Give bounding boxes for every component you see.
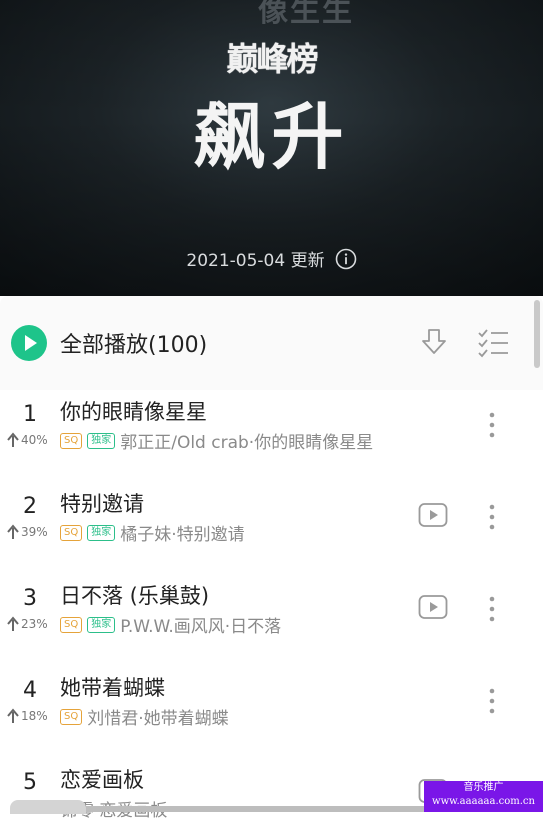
trend-indicator: 39% [6,524,48,540]
trend-percent: 18% [21,709,48,723]
exclusive-badge: 独家 [87,432,116,449]
trend-percent: 40% [21,433,48,447]
watermark-line-2: www.aaaaaa.com.cn [432,796,535,807]
song-row[interactable]: 4 18% 她带着蝴蝶 SQ 刘惜君·她带着蝴蝶 [0,650,543,742]
play-all-label: 全部播放(100) [60,333,208,358]
arrow-up-icon [7,708,19,723]
play-all-button[interactable]: 全部播放(100) [10,324,207,362]
song-title: 特别邀请 [60,492,144,516]
song-rank: 2 [23,494,37,519]
song-meta: SQ 独家 郭正正/Old crab·你的眼睛像星星 [60,428,373,453]
multi-select-icon[interactable] [476,326,510,358]
song-artist-album: 橘子妹·特别邀请 [120,525,245,545]
song-title: 你的眼睛像星星 [60,400,207,424]
song-meta: SQ 独家 橘子妹·特别邀请 [60,520,245,545]
song-rank: 1 [23,402,37,427]
trend-percent: 39% [21,525,48,539]
sq-badge: SQ [60,432,83,449]
song-artist-album: 郭正正/Old crab·你的眼睛像星星 [120,433,374,453]
song-rank: 5 [23,770,37,795]
page-title: 飙升 [193,95,350,179]
song-row[interactable]: 3 23% 日不落 (乐巢鼓) SQ 独家 P.W.W.画风风·日不落 [0,558,543,650]
sq-badge: SQ [60,524,83,541]
arrow-up-icon [7,616,19,631]
song-artist-album: 刘惜君·她带着蝴蝶 [87,709,229,729]
brand-logo: 巅峰榜 [226,40,318,78]
song-title: 她带着蝴蝶 [60,676,165,700]
trend-indicator: 23% [6,616,48,632]
arrow-up-icon [7,432,19,447]
mv-play-icon[interactable] [418,502,448,528]
chart-header: 像生生 巅峰榜 飙升 2021-05-04 更新 [0,0,543,296]
song-title: 日不落 (乐巢鼓) [60,584,210,608]
song-artist-album: P.W.W.画风风·日不落 [120,617,282,637]
song-rank: 3 [23,586,37,611]
exclusive-badge: 独家 [87,616,116,633]
download-icon[interactable] [418,326,450,358]
watermark-line-1: 音乐推广 [463,782,504,793]
arrow-up-icon [7,524,19,539]
more-vertical-icon[interactable] [486,502,498,532]
mv-play-icon[interactable] [418,594,448,620]
update-date: 2021-05-04 更新 [186,251,325,271]
sq-badge: SQ [60,616,83,633]
sq-badge: SQ [60,708,83,725]
trend-indicator: 40% [6,432,48,448]
song-title: 恋爱画板 [60,768,144,792]
scrollbar[interactable] [534,300,540,368]
background-text: 像生生 [258,0,354,29]
song-meta: SQ 刘惜君·她带着蝴蝶 [60,704,229,729]
more-vertical-icon[interactable] [486,410,498,440]
mini-player-bar[interactable] [86,806,426,812]
play-circle-icon [10,324,48,362]
trend-percent: 23% [21,617,48,631]
song-row[interactable]: 2 39% 特别邀请 SQ 独家 橘子妹·特别邀请 [0,466,543,558]
more-vertical-icon[interactable] [486,686,498,716]
trend-indicator: 18% [6,708,48,724]
update-info: 2021-05-04 更新 [0,246,543,271]
song-rank: 4 [23,678,37,703]
song-row[interactable]: 1 40% 你的眼睛像星星 SQ 独家 郭正正/Old crab·你的眼睛像星星 [0,374,543,466]
more-vertical-icon[interactable] [486,594,498,624]
exclusive-badge: 独家 [87,524,116,541]
info-icon[interactable] [335,248,357,270]
song-meta: SQ 独家 P.W.W.画风风·日不落 [60,612,281,637]
watermark: 音乐推广 www.aaaaaa.com.cn [424,781,543,812]
